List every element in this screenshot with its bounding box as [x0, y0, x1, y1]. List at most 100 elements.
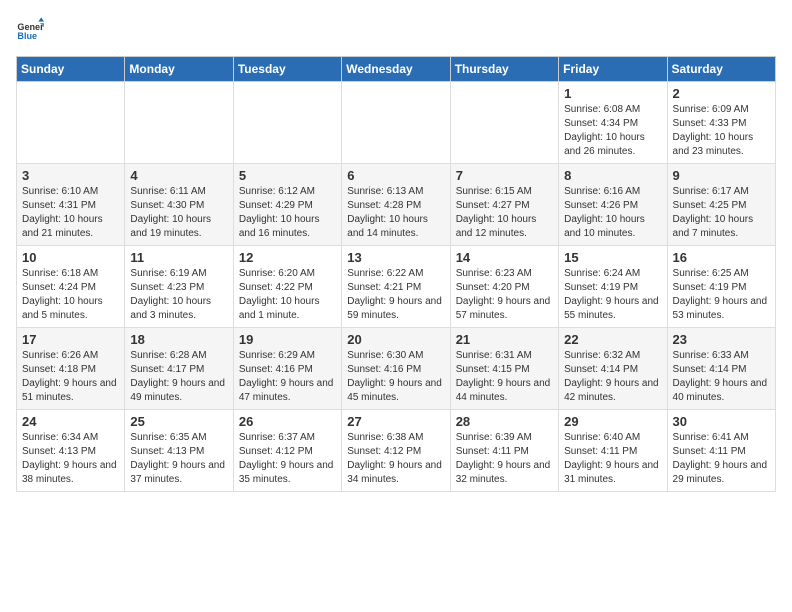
- day-detail: Sunrise: 6:34 AM Sunset: 4:13 PM Dayligh…: [22, 431, 119, 487]
- day-number: 30: [673, 414, 770, 429]
- day-number: 2: [673, 86, 770, 101]
- calendar-cell: 26 Sunrise: 6:37 AM Sunset: 4:12 PM Dayli…: [233, 410, 341, 492]
- day-detail: Sunrise: 6:15 AM Sunset: 4:27 PM Dayligh…: [456, 185, 553, 241]
- calendar-cell: 23 Sunrise: 6:33 AM Sunset: 4:14 PM Dayli…: [667, 328, 775, 410]
- column-header-wednesday: Wednesday: [342, 57, 450, 82]
- column-header-friday: Friday: [559, 57, 667, 82]
- day-detail: Sunrise: 6:12 AM Sunset: 4:29 PM Dayligh…: [239, 185, 336, 241]
- day-number: 6: [347, 168, 444, 183]
- day-number: 28: [456, 414, 553, 429]
- day-detail: Sunrise: 6:10 AM Sunset: 4:31 PM Dayligh…: [22, 185, 119, 241]
- day-detail: Sunrise: 6:29 AM Sunset: 4:16 PM Dayligh…: [239, 349, 336, 405]
- svg-text:Blue: Blue: [17, 31, 37, 41]
- day-number: 7: [456, 168, 553, 183]
- day-detail: Sunrise: 6:19 AM Sunset: 4:23 PM Dayligh…: [130, 267, 227, 323]
- day-detail: Sunrise: 6:09 AM Sunset: 4:33 PM Dayligh…: [673, 103, 770, 159]
- logo: General Blue: [16, 16, 44, 44]
- day-number: 27: [347, 414, 444, 429]
- day-number: 23: [673, 332, 770, 347]
- calendar-cell: 3Sunrise: 6:10 AM Sunset: 4:31 PM Daylig…: [17, 164, 125, 246]
- day-detail: Sunrise: 6:18 AM Sunset: 4:24 PM Dayligh…: [22, 267, 119, 323]
- day-number: 5: [239, 168, 336, 183]
- calendar-cell: 12Sunrise: 6:20 AM Sunset: 4:22 PM Dayli…: [233, 246, 341, 328]
- calendar-cell: 30 Sunrise: 6:41 AM Sunset: 4:11 PM Dayli…: [667, 410, 775, 492]
- day-number: 1: [564, 86, 661, 101]
- day-detail: Sunrise: 6:26 AM Sunset: 4:18 PM Dayligh…: [22, 349, 119, 405]
- day-number: 14: [456, 250, 553, 265]
- calendar-cell: 10 Sunrise: 6:18 AM Sunset: 4:24 PM Dayli…: [17, 246, 125, 328]
- calendar-cell: 25 Sunrise: 6:35 AM Sunset: 4:13 PM Dayli…: [125, 410, 233, 492]
- day-detail: Sunrise: 6:30 AM Sunset: 4:16 PM Dayligh…: [347, 349, 444, 405]
- calendar-cell: 16 Sunrise: 6:25 AM Sunset: 4:19 PM Dayli…: [667, 246, 775, 328]
- calendar-cell: 13 Sunrise: 6:22 AM Sunset: 4:21 PM Dayli…: [342, 246, 450, 328]
- calendar-cell: 20 Sunrise: 6:30 AM Sunset: 4:16 PM Dayli…: [342, 328, 450, 410]
- day-detail: Sunrise: 6:32 AM Sunset: 4:14 PM Dayligh…: [564, 349, 661, 405]
- day-detail: Sunrise: 6:22 AM Sunset: 4:21 PM Dayligh…: [347, 267, 444, 323]
- column-header-saturday: Saturday: [667, 57, 775, 82]
- day-detail: Sunrise: 6:24 AM Sunset: 4:19 PM Dayligh…: [564, 267, 661, 323]
- calendar-cell: 6 Sunrise: 6:13 AM Sunset: 4:28 PM Daylig…: [342, 164, 450, 246]
- day-number: 9: [673, 168, 770, 183]
- day-number: 8: [564, 168, 661, 183]
- day-detail: Sunrise: 6:25 AM Sunset: 4:19 PM Dayligh…: [673, 267, 770, 323]
- day-number: 17: [22, 332, 119, 347]
- calendar-cell: 29 Sunrise: 6:40 AM Sunset: 4:11 PM Dayli…: [559, 410, 667, 492]
- day-detail: Sunrise: 6:11 AM Sunset: 4:30 PM Dayligh…: [130, 185, 227, 241]
- day-number: 21: [456, 332, 553, 347]
- calendar-cell: 14 Sunrise: 6:23 AM Sunset: 4:20 PM Dayli…: [450, 246, 558, 328]
- day-number: 12: [239, 250, 336, 265]
- calendar-cell: [125, 82, 233, 164]
- calendar-cell: 9 Sunrise: 6:17 AM Sunset: 4:25 PM Daylig…: [667, 164, 775, 246]
- day-detail: Sunrise: 6:38 AM Sunset: 4:12 PM Dayligh…: [347, 431, 444, 487]
- day-number: 18: [130, 332, 227, 347]
- day-detail: Sunrise: 6:28 AM Sunset: 4:17 PM Dayligh…: [130, 349, 227, 405]
- column-header-tuesday: Tuesday: [233, 57, 341, 82]
- calendar-cell: 18 Sunrise: 6:28 AM Sunset: 4:17 PM Dayli…: [125, 328, 233, 410]
- day-detail: Sunrise: 6:35 AM Sunset: 4:13 PM Dayligh…: [130, 431, 227, 487]
- day-number: 11: [130, 250, 227, 265]
- day-number: 22: [564, 332, 661, 347]
- calendar-cell: [17, 82, 125, 164]
- day-number: 20: [347, 332, 444, 347]
- column-header-sunday: Sunday: [17, 57, 125, 82]
- day-number: 16: [673, 250, 770, 265]
- day-number: 10: [22, 250, 119, 265]
- calendar-cell: [233, 82, 341, 164]
- day-number: 13: [347, 250, 444, 265]
- day-detail: Sunrise: 6:16 AM Sunset: 4:26 PM Dayligh…: [564, 185, 661, 241]
- column-header-thursday: Thursday: [450, 57, 558, 82]
- calendar-cell: 11 Sunrise: 6:19 AM Sunset: 4:23 PM Dayli…: [125, 246, 233, 328]
- day-detail: Sunrise: 6:23 AM Sunset: 4:20 PM Dayligh…: [456, 267, 553, 323]
- day-number: 29: [564, 414, 661, 429]
- calendar-cell: 19 Sunrise: 6:29 AM Sunset: 4:16 PM Dayli…: [233, 328, 341, 410]
- day-detail: Sunrise: 6:33 AM Sunset: 4:14 PM Dayligh…: [673, 349, 770, 405]
- calendar-cell: 21Sunrise: 6:31 AM Sunset: 4:15 PM Dayli…: [450, 328, 558, 410]
- calendar-cell: 15 Sunrise: 6:24 AM Sunset: 4:19 PM Dayli…: [559, 246, 667, 328]
- day-detail: Sunrise: 6:40 AM Sunset: 4:11 PM Dayligh…: [564, 431, 661, 487]
- calendar-cell: [342, 82, 450, 164]
- day-detail: Sunrise: 6:17 AM Sunset: 4:25 PM Dayligh…: [673, 185, 770, 241]
- column-header-monday: Monday: [125, 57, 233, 82]
- calendar-cell: 27 Sunrise: 6:38 AM Sunset: 4:12 PM Dayli…: [342, 410, 450, 492]
- day-number: 19: [239, 332, 336, 347]
- day-detail: Sunrise: 6:13 AM Sunset: 4:28 PM Dayligh…: [347, 185, 444, 241]
- calendar-cell: 5 Sunrise: 6:12 AM Sunset: 4:29 PM Daylig…: [233, 164, 341, 246]
- day-number: 25: [130, 414, 227, 429]
- day-detail: Sunrise: 6:41 AM Sunset: 4:11 PM Dayligh…: [673, 431, 770, 487]
- day-number: 15: [564, 250, 661, 265]
- day-detail: Sunrise: 6:08 AM Sunset: 4:34 PM Dayligh…: [564, 103, 661, 159]
- calendar-cell: 17 Sunrise: 6:26 AM Sunset: 4:18 PM Dayli…: [17, 328, 125, 410]
- calendar-cell: 8 Sunrise: 6:16 AM Sunset: 4:26 PM Daylig…: [559, 164, 667, 246]
- calendar-cell: 2 Sunrise: 6:09 AM Sunset: 4:33 PM Daylig…: [667, 82, 775, 164]
- day-number: 4: [130, 168, 227, 183]
- day-number: 26: [239, 414, 336, 429]
- day-detail: Sunrise: 6:37 AM Sunset: 4:12 PM Dayligh…: [239, 431, 336, 487]
- calendar-cell: 24 Sunrise: 6:34 AM Sunset: 4:13 PM Dayli…: [17, 410, 125, 492]
- day-number: 24: [22, 414, 119, 429]
- calendar-cell: [450, 82, 558, 164]
- calendar-cell: 4 Sunrise: 6:11 AM Sunset: 4:30 PM Daylig…: [125, 164, 233, 246]
- calendar: SundayMondayTuesdayWednesdayThursdayFrid…: [16, 56, 776, 492]
- calendar-cell: 7 Sunrise: 6:15 AM Sunset: 4:27 PM Daylig…: [450, 164, 558, 246]
- calendar-cell: 28Sunrise: 6:39 AM Sunset: 4:11 PM Dayli…: [450, 410, 558, 492]
- calendar-cell: 1 Sunrise: 6:08 AM Sunset: 4:34 PM Daylig…: [559, 82, 667, 164]
